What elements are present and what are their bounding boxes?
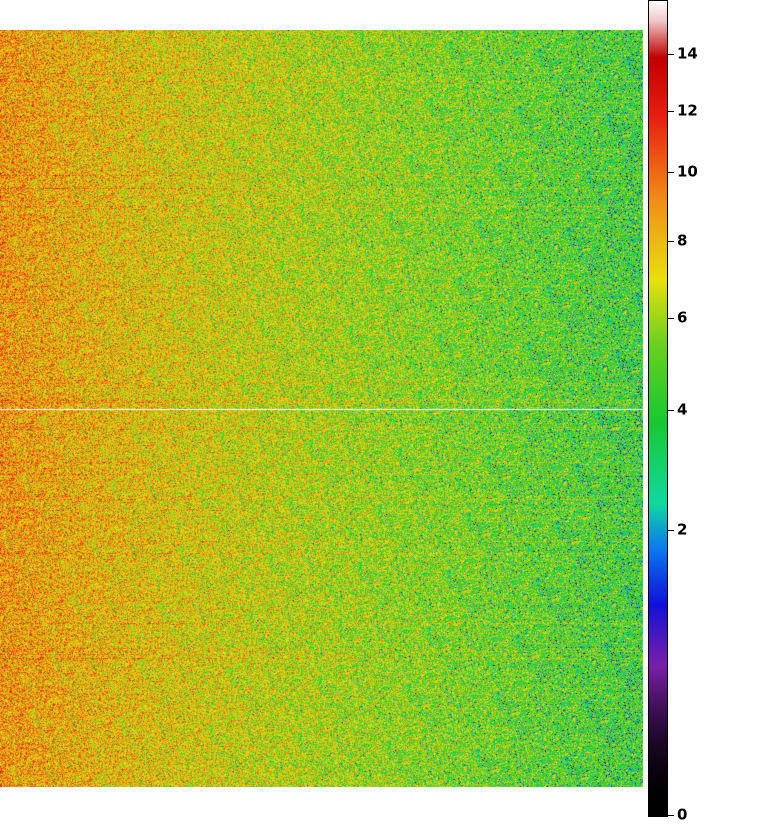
colorbar-tick xyxy=(668,172,674,173)
colorbar-tick-label: 8 xyxy=(677,231,688,250)
colorbar-tick-label: 14 xyxy=(677,44,698,63)
colorbar-tick-label: 2 xyxy=(677,520,688,539)
colorbar-tick xyxy=(668,815,674,816)
colorbar-tick xyxy=(668,318,674,319)
colorbar-tick-label: 0 xyxy=(677,805,688,824)
colorbar-tick-label: 10 xyxy=(677,162,698,181)
heatmap-image xyxy=(0,30,643,787)
colorbar-tick xyxy=(668,54,674,55)
colorbar-tick-label: 12 xyxy=(677,101,698,120)
colorbar xyxy=(648,0,668,817)
colorbar-tick xyxy=(668,530,674,531)
colorbar-gradient xyxy=(648,0,668,817)
colorbar-tick xyxy=(668,111,674,112)
colorbar-tick xyxy=(668,241,674,242)
colorbar-tick xyxy=(668,410,674,411)
colorbar-tick-label: 6 xyxy=(677,308,688,327)
colorbar-tick-label: 4 xyxy=(677,400,688,419)
